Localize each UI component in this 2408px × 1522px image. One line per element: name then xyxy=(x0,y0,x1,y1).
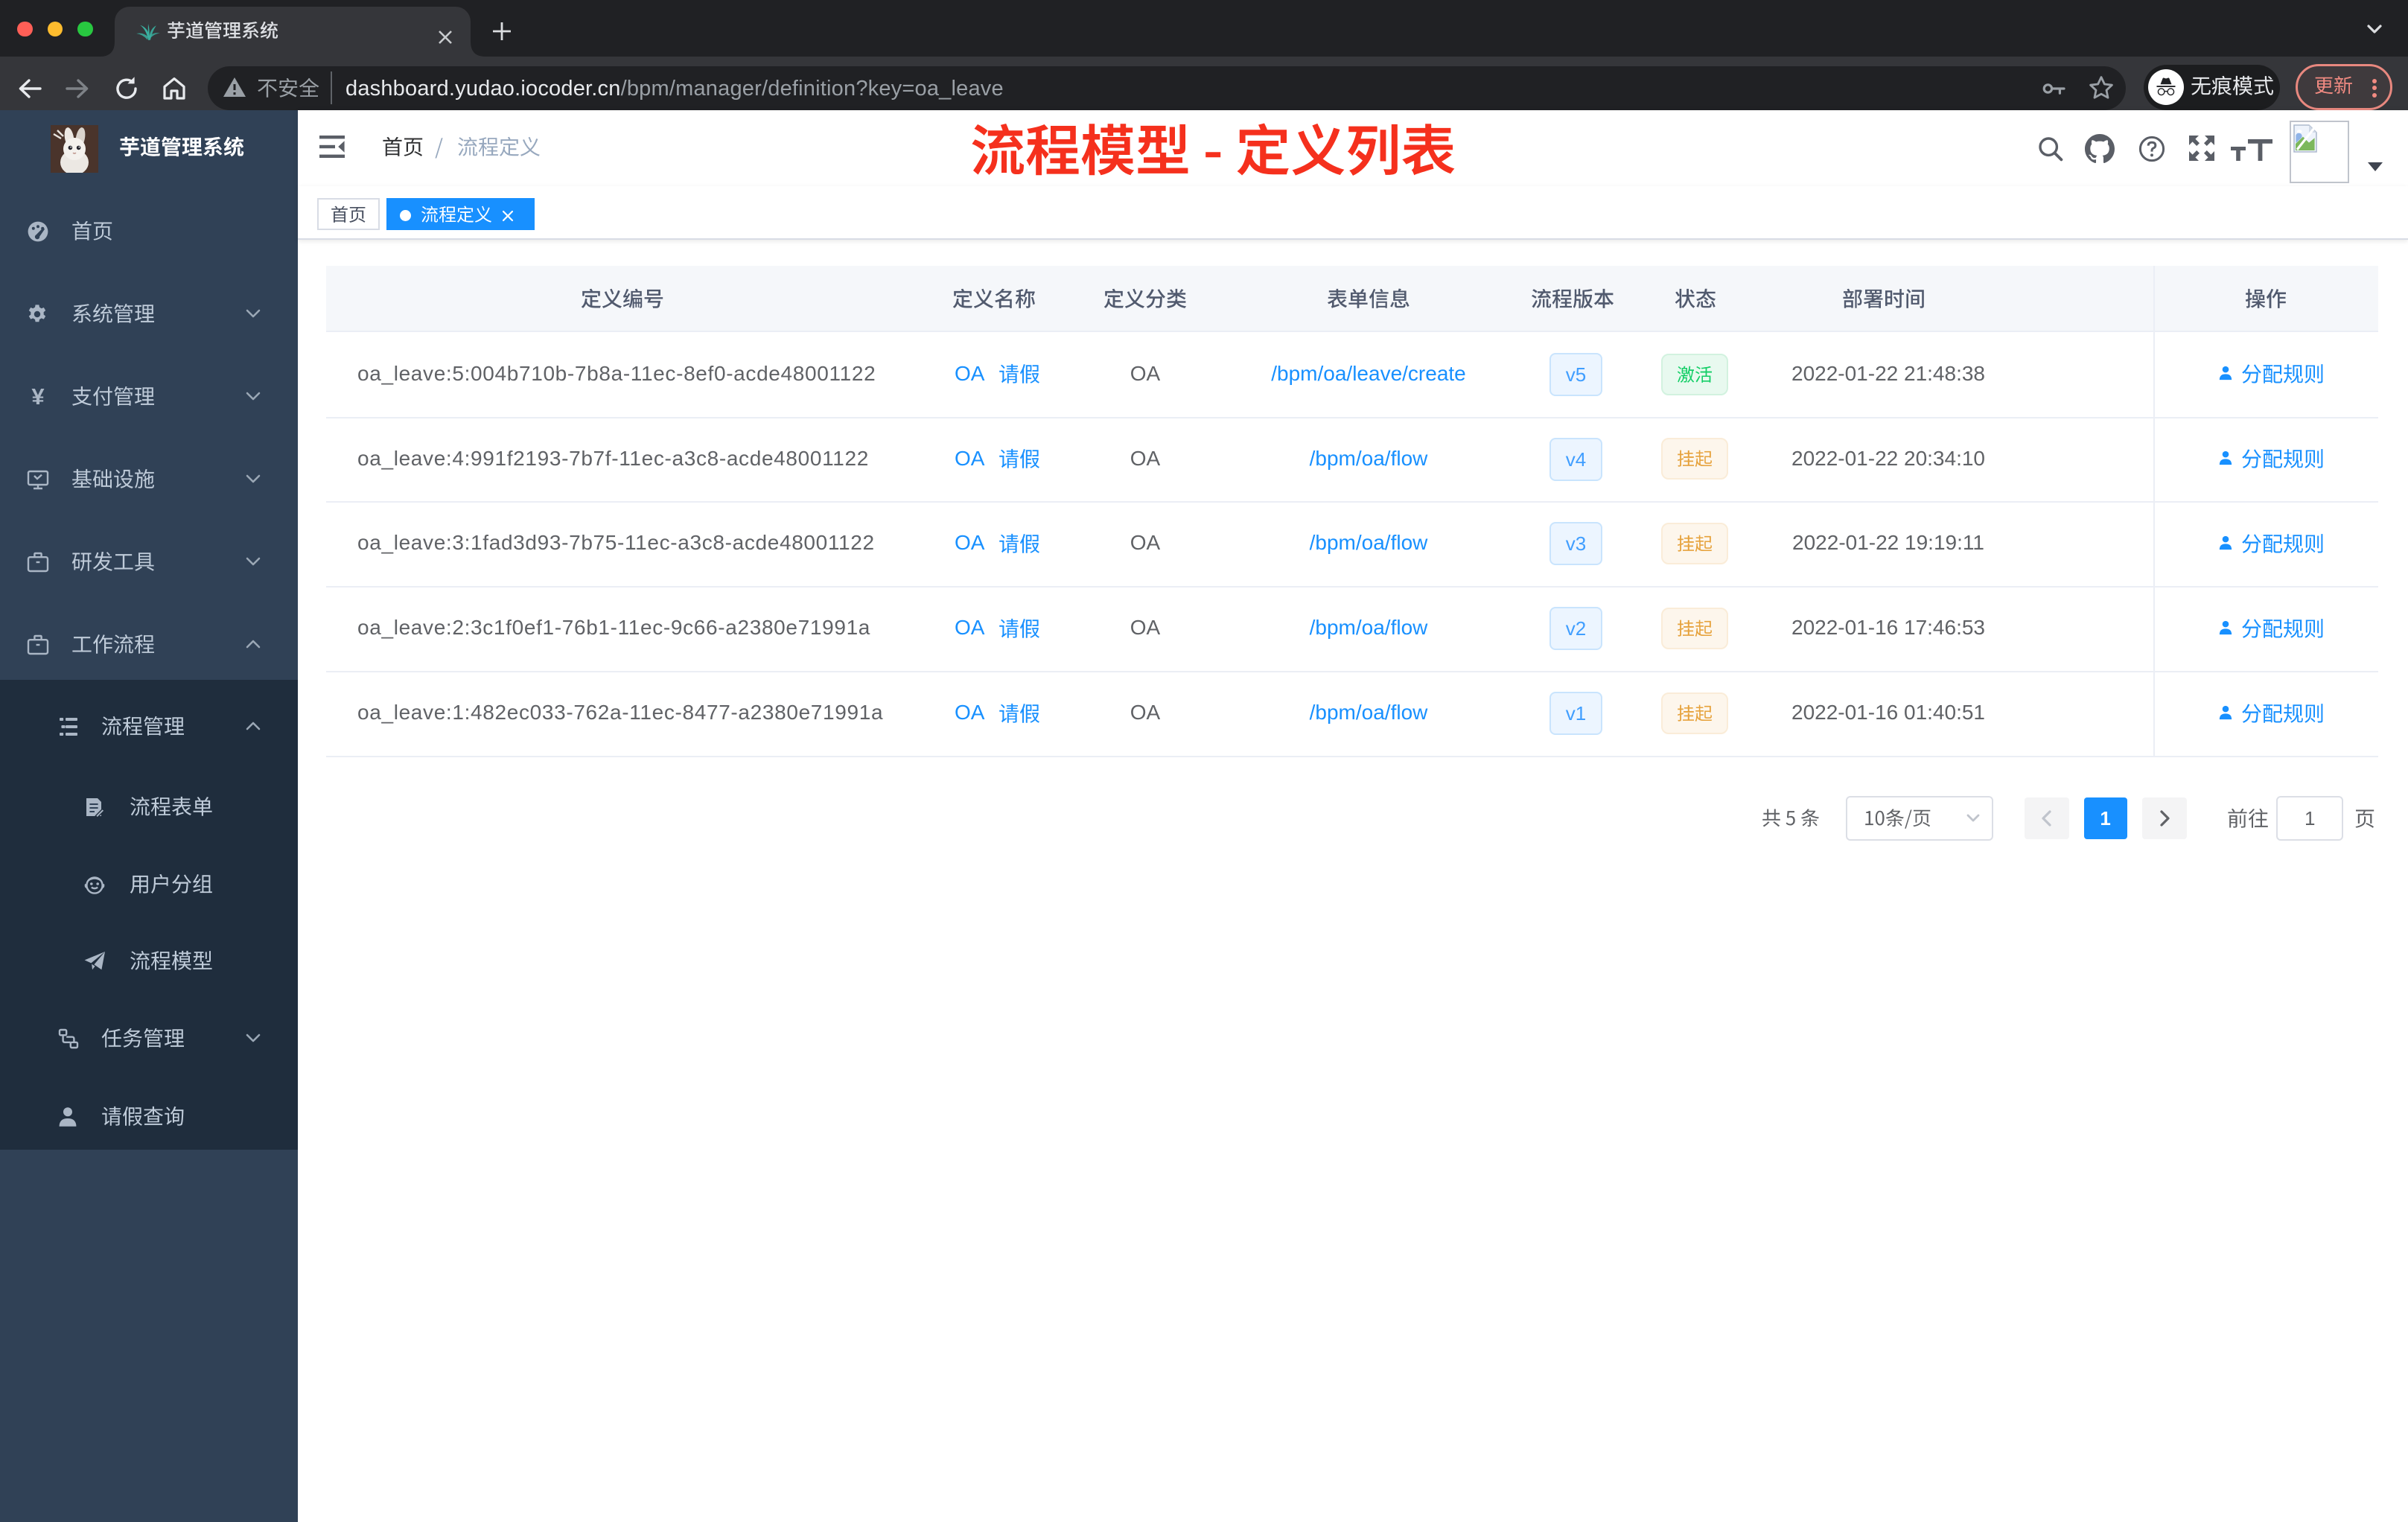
svg-text:¥: ¥ xyxy=(31,386,45,408)
